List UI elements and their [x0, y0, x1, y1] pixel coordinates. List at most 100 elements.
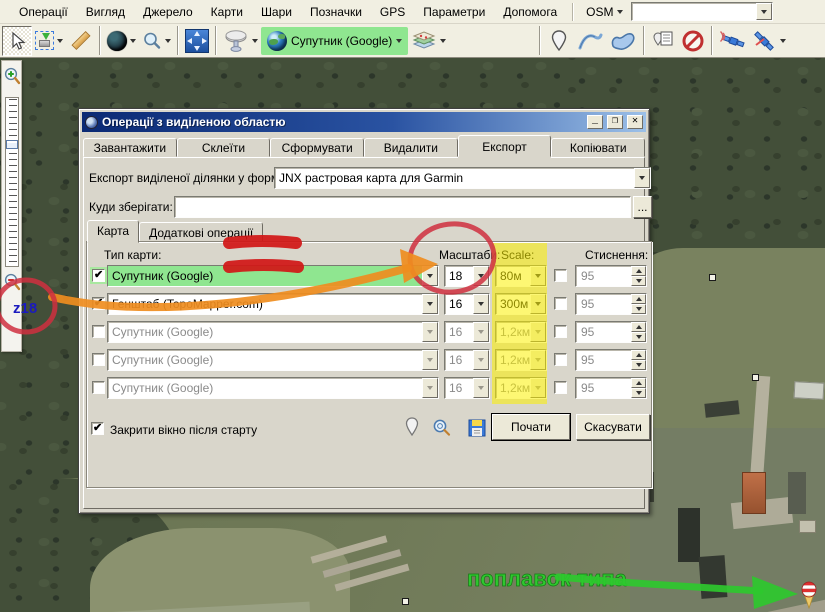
combobox-dropdown-button[interactable] — [473, 266, 489, 286]
combobox-dropdown-button[interactable] — [473, 350, 489, 370]
compression-enable-checkbox[interactable] — [554, 353, 567, 366]
select-region-button[interactable] — [32, 26, 66, 56]
browse-button[interactable]: ... — [633, 196, 652, 218]
zoom-combobox[interactable]: 16 — [444, 377, 490, 399]
row-enable-checkbox[interactable] — [92, 297, 105, 310]
map-source-button[interactable] — [104, 26, 139, 56]
row-enable-checkbox[interactable] — [92, 353, 105, 366]
scale-combobox[interactable]: 300м — [495, 293, 547, 315]
compression-enable-checkbox[interactable] — [554, 325, 567, 338]
save-settings-button[interactable] — [468, 419, 488, 443]
row-enable-checkbox[interactable] — [92, 381, 105, 394]
menu-item[interactable]: Карти — [202, 2, 252, 22]
map-marker[interactable] — [752, 374, 759, 381]
spinner-buttons[interactable] — [631, 266, 646, 286]
dialog-tab[interactable]: Копіювати — [551, 138, 645, 157]
combobox-dropdown-button[interactable] — [473, 294, 489, 314]
dialog-titlebar[interactable]: Операції з виділеною областю _ ❒ ✕ — [82, 112, 646, 132]
dialog-tab[interactable]: Завантажити — [83, 138, 177, 157]
close-button[interactable]: ✕ — [627, 115, 643, 129]
scale-combobox[interactable]: 1,2км — [495, 321, 547, 343]
gps-device-button[interactable] — [220, 26, 261, 56]
combobox-dropdown-button[interactable] — [530, 294, 546, 314]
add-path-button[interactable] — [574, 26, 606, 56]
combobox-dropdown-button[interactable] — [530, 378, 546, 398]
menu-item[interactable]: Позначки — [301, 2, 371, 22]
inner-tab[interactable]: Додаткові операції — [139, 222, 263, 243]
spinner-buttons[interactable] — [631, 294, 646, 314]
goto-placemark-button[interactable] — [404, 416, 424, 440]
hide-marks-button[interactable] — [678, 26, 708, 56]
row-enable-checkbox[interactable] — [92, 269, 105, 282]
add-placemark-button[interactable] — [544, 26, 574, 56]
menu-item[interactable]: Параметри — [414, 2, 494, 22]
zoom-out-button[interactable] — [3, 273, 21, 293]
start-button[interactable]: Почати — [492, 414, 570, 440]
menu-item[interactable]: Шари — [252, 2, 301, 22]
combobox-dropdown-button[interactable] — [422, 322, 438, 342]
combobox-dropdown-button[interactable] — [422, 350, 438, 370]
combobox-dropdown-button[interactable] — [530, 266, 546, 286]
layers-button[interactable] — [408, 26, 449, 56]
gps-disconnect-button[interactable] — [748, 26, 789, 56]
dialog-tab[interactable]: Сформувати — [270, 138, 364, 157]
compression-enable-checkbox[interactable] — [554, 381, 567, 394]
zoom-slider-track[interactable] — [5, 97, 19, 267]
combobox-dropdown-button[interactable] — [756, 3, 772, 20]
zoom-combobox[interactable]: 16 — [444, 349, 490, 371]
compression-spinner[interactable]: 95 — [575, 265, 647, 287]
zoom-combobox[interactable]: 16 — [444, 293, 490, 315]
dialog-tab[interactable]: Склеїти — [177, 138, 271, 157]
menu-item[interactable]: Операції — [10, 2, 77, 22]
save-to-input[interactable] — [174, 196, 631, 218]
ruler-button[interactable] — [66, 26, 96, 56]
zoom-in-button[interactable] — [3, 67, 21, 87]
maximize-button[interactable]: ❒ — [607, 115, 623, 129]
compression-spinner[interactable]: 95 — [575, 293, 647, 315]
gps-connect-button[interactable] — [716, 26, 748, 56]
inner-tab[interactable]: Карта — [87, 220, 139, 243]
osm-search-combobox[interactable] — [631, 2, 773, 21]
map-type-combobox[interactable]: Генштаб (TopoMapper.com) — [107, 293, 439, 315]
dialog-tab[interactable]: Видалити — [364, 138, 458, 157]
compression-enable-checkbox[interactable] — [554, 297, 567, 310]
combobox-dropdown-button[interactable] — [473, 322, 489, 342]
combobox-dropdown-button[interactable] — [473, 378, 489, 398]
zoom-to-selection-button[interactable] — [432, 418, 452, 442]
cursor-tool-button[interactable] — [2, 26, 32, 56]
map-type-combobox[interactable]: Супутник (Google) — [107, 349, 439, 371]
zoom-combobox[interactable]: 18 — [444, 265, 490, 287]
map-type-button[interactable]: Супутник (Google) — [261, 27, 408, 55]
combobox-dropdown-button[interactable] — [422, 378, 438, 398]
map-type-combobox[interactable]: Супутник (Google) — [107, 377, 439, 399]
export-format-combobox[interactable]: JNX растровая карта для Garmin — [274, 167, 651, 189]
cancel-button[interactable]: Скасувати — [576, 414, 650, 440]
combobox-dropdown-button[interactable] — [422, 266, 438, 286]
map-marker[interactable] — [709, 274, 716, 281]
compression-spinner[interactable]: 95 — [575, 377, 647, 399]
combobox-dropdown-button[interactable] — [530, 350, 546, 370]
close-after-start-checkbox[interactable] — [91, 422, 104, 435]
scale-combobox[interactable]: 1,2км — [495, 377, 547, 399]
menu-item[interactable]: Допомога — [494, 2, 566, 22]
fullscreen-button[interactable] — [182, 26, 212, 56]
menu-item[interactable]: Джерело — [134, 2, 202, 22]
combobox-dropdown-button[interactable] — [422, 294, 438, 314]
combobox-dropdown-button[interactable] — [634, 168, 650, 188]
compression-enable-checkbox[interactable] — [554, 269, 567, 282]
spinner-buttons[interactable] — [631, 378, 646, 398]
dialog-tab[interactable]: Експорт — [458, 135, 552, 157]
placemark-manager-button[interactable] — [648, 26, 678, 56]
menu-item[interactable]: Вигляд — [77, 2, 134, 22]
minimize-button[interactable]: _ — [587, 115, 603, 129]
scale-combobox[interactable]: 1,2км — [495, 349, 547, 371]
spinner-buttons[interactable] — [631, 322, 646, 342]
scale-combobox[interactable]: 80м — [495, 265, 547, 287]
menu-item[interactable]: GPS — [371, 2, 414, 22]
compression-spinner[interactable]: 95 — [575, 321, 647, 343]
add-polygon-button[interactable] — [606, 26, 640, 56]
compression-spinner[interactable]: 95 — [575, 349, 647, 371]
osm-menu[interactable]: OSM — [580, 2, 629, 22]
row-enable-checkbox[interactable] — [92, 325, 105, 338]
search-button[interactable] — [139, 26, 174, 56]
